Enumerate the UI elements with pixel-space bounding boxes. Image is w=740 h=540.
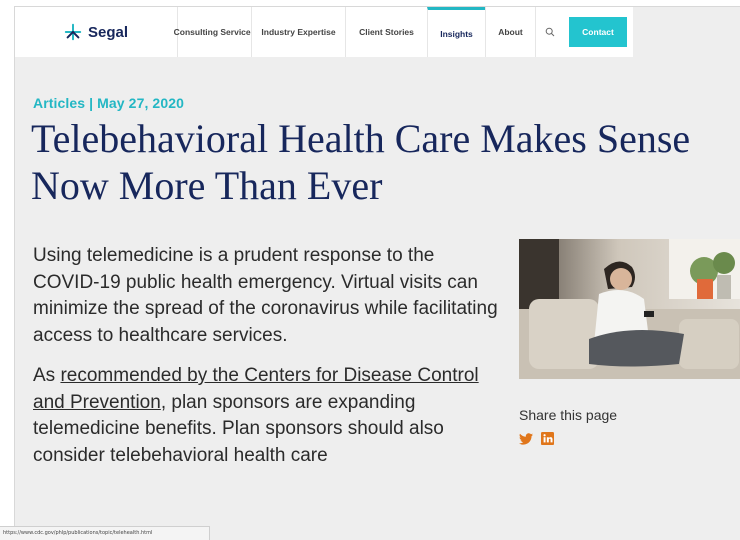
logo-text: Segal: [87, 23, 129, 41]
nav-insights[interactable]: Insights: [427, 7, 485, 57]
woman-on-couch-image: [519, 239, 740, 379]
article-body: Using telemedicine is a prudent response…: [33, 243, 503, 483]
article-title: Telebehavioral Health Care Makes Sense N…: [31, 116, 691, 208]
linkedin-icon: [541, 432, 554, 445]
logo[interactable]: Segal: [15, 7, 177, 57]
article-image: [519, 239, 740, 379]
article-paragraph-1: Using telemedicine is a prudent response…: [33, 245, 498, 346]
twitter-share-button[interactable]: [519, 432, 533, 445]
para2-prefix: As: [33, 365, 61, 386]
contact-button[interactable]: Contact: [569, 17, 627, 47]
nav-client-stories[interactable]: Client Stories: [345, 7, 427, 57]
article-meta: Articles | May 27, 2020: [33, 95, 184, 111]
nav-consulting-services[interactable]: Consulting Services: [174, 7, 255, 57]
page-frame: Segal Consulting Services Industry Exper…: [14, 6, 740, 540]
share-label: Share this page: [519, 407, 618, 423]
browser-status-bar: https://www.cdc.gov/phlp/publications/to…: [0, 526, 210, 540]
search-icon: [545, 27, 554, 37]
nav-about[interactable]: About: [485, 7, 535, 57]
search-button[interactable]: [535, 7, 563, 57]
article-paragraph-2: As recommended by the Centers for Diseas…: [33, 363, 503, 469]
share-icons: [519, 432, 554, 445]
main-nav: Consulting Services Industry Expertise C…: [174, 7, 633, 57]
twitter-icon: [519, 432, 533, 445]
site-header: Segal Consulting Services Industry Exper…: [15, 7, 740, 57]
nav-industry-expertise[interactable]: Industry Expertise: [251, 7, 345, 57]
segal-logo-icon: [64, 23, 82, 41]
linkedin-share-button[interactable]: [541, 432, 554, 445]
contact-wrap: Contact: [563, 7, 633, 57]
